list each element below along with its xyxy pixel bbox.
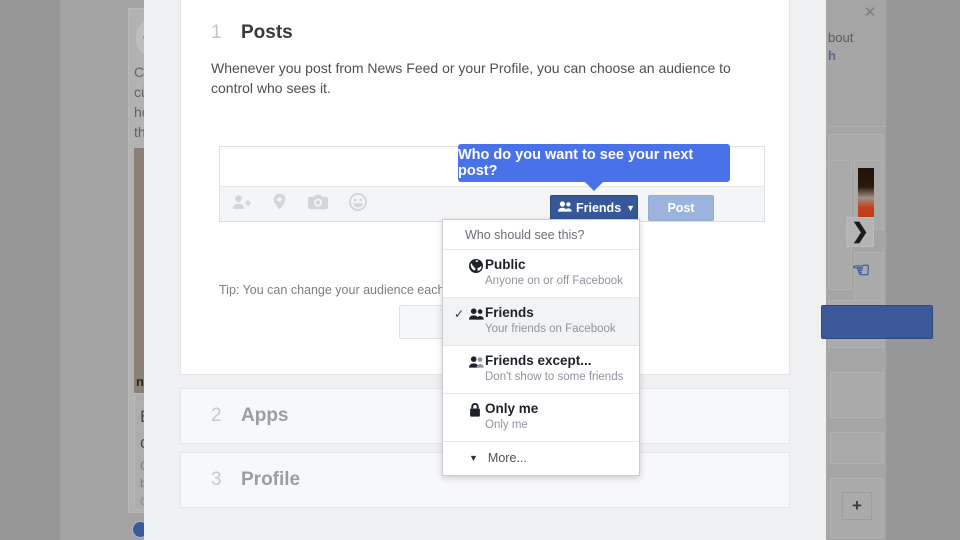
posts-step-number: 1 xyxy=(211,22,222,43)
audience-option-description: Don't show to some friends xyxy=(485,371,624,383)
audience-option-public[interactable]: Public Anyone on or off Facebook xyxy=(443,250,639,298)
profile-step-title: Profile xyxy=(241,469,301,490)
page-title: Posts xyxy=(241,22,293,43)
messenger-icon[interactable]: ☜ xyxy=(848,258,874,284)
camera-icon[interactable] xyxy=(308,194,328,215)
audience-dropdown-header: Who should see this? xyxy=(443,220,639,250)
lock-icon xyxy=(469,403,484,417)
audience-selector-button[interactable]: Friends ▼ xyxy=(550,195,638,221)
plus-icon[interactable]: + xyxy=(842,492,872,520)
audience-option-description: Only me xyxy=(485,419,528,431)
audience-option-label: Public xyxy=(485,257,526,272)
emoji-icon[interactable] xyxy=(349,192,367,216)
profile-step-number: 3 xyxy=(211,469,222,490)
audience-option-label: Only me xyxy=(485,401,539,416)
apps-step-number: 2 xyxy=(211,405,222,426)
globe-icon xyxy=(469,259,484,273)
right-rail-text-line-1: bout xyxy=(828,30,854,45)
location-pin-icon[interactable] xyxy=(272,193,287,215)
triangle-down-icon: ▼ xyxy=(469,453,478,463)
screenshot-root: CAFEF C 7 Câu chuy của làng hóa - The th… xyxy=(0,0,960,540)
audience-more-label: More... xyxy=(487,451,527,465)
right-rail-thumbnail[interactable] xyxy=(858,168,874,222)
right-rail-text-line-2[interactable]: h xyxy=(828,48,836,63)
caret-down-icon: ▼ xyxy=(626,203,636,213)
audience-option-description: Anyone on or off Facebook xyxy=(485,275,623,287)
next-button[interactable] xyxy=(821,305,933,339)
audience-option-only-me[interactable]: Only me Only me xyxy=(443,394,639,442)
audience-option-label: Friends xyxy=(485,305,534,320)
friends-except-icon xyxy=(469,355,484,369)
right-rail-panel-6 xyxy=(830,372,884,418)
audience-tip-text: Tip: You can change your audience each t… xyxy=(219,283,465,297)
audience-more-option[interactable]: ▼ More... xyxy=(443,442,639,475)
tag-person-icon[interactable] xyxy=(232,194,251,215)
audience-dropdown: Who should see this? Public Anyone on or… xyxy=(442,219,640,476)
friends-icon xyxy=(558,201,572,215)
friends-icon xyxy=(469,307,484,321)
close-icon[interactable]: ✕ xyxy=(862,5,878,21)
right-rail-divider xyxy=(828,126,886,127)
audience-option-label: Friends except... xyxy=(485,353,592,368)
audience-option-friends-except[interactable]: Friends except... Don't show to some fri… xyxy=(443,346,639,394)
audience-selector-label: Friends xyxy=(576,201,622,215)
audience-option-friends[interactable]: ✓ Friends Your friends on Facebook xyxy=(443,298,639,346)
audience-tooltip: Who do you want to see your next post? xyxy=(458,144,730,191)
audience-option-description: Your friends on Facebook xyxy=(485,323,616,335)
post-button[interactable]: Post xyxy=(648,195,714,221)
posts-section-heading: 1 Posts xyxy=(211,22,293,44)
right-rail-panel-7 xyxy=(830,432,884,464)
posts-section-description: Whenever you post from News Feed or your… xyxy=(211,60,731,96)
check-icon: ✓ xyxy=(454,307,465,321)
apps-step-title: Apps xyxy=(241,405,289,426)
chevron-right-icon[interactable]: ❯ xyxy=(846,217,874,247)
